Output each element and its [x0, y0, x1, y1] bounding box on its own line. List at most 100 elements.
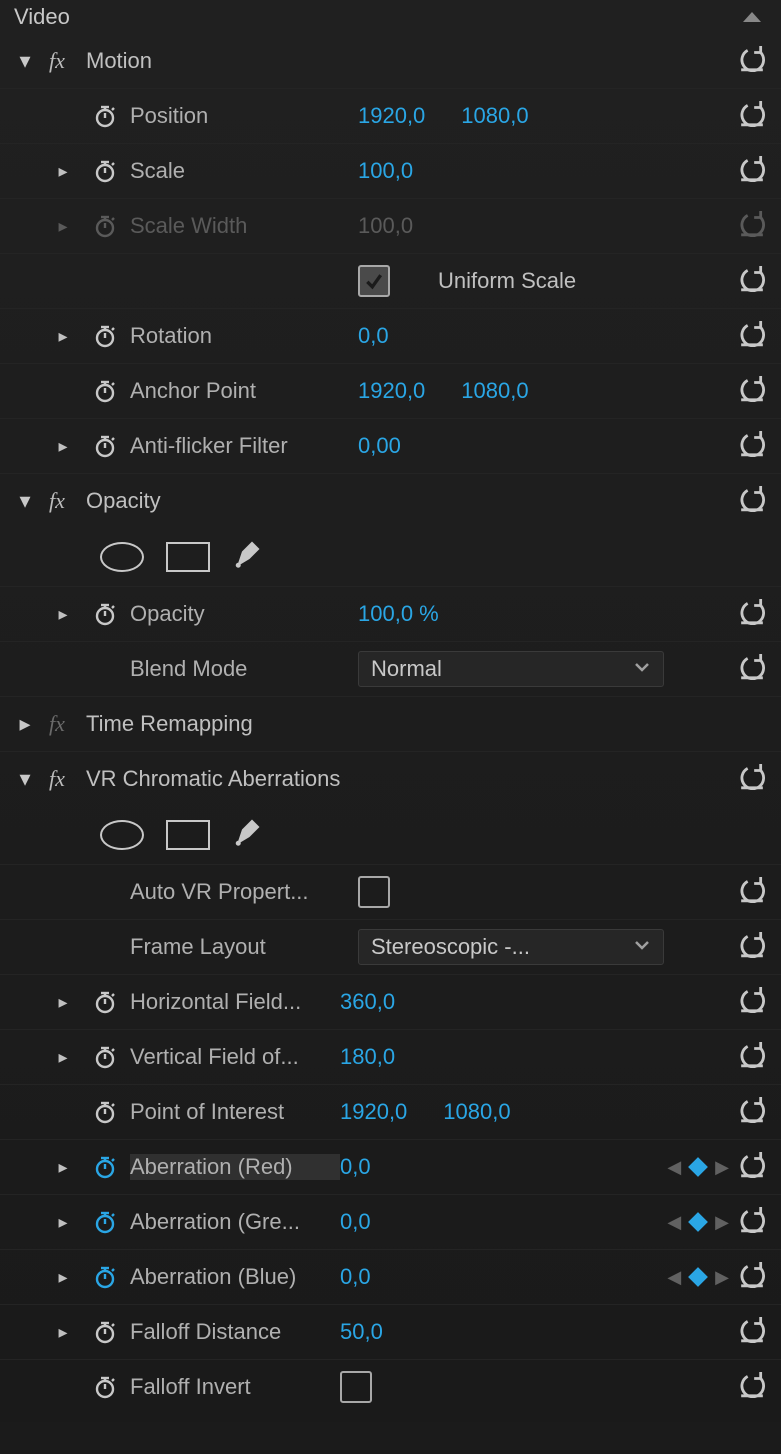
ellipse-mask-button[interactable] [100, 820, 144, 850]
stopwatch-icon[interactable] [86, 434, 124, 458]
reset-param-button[interactable] [735, 1370, 769, 1400]
next-keyframe-button[interactable]: ▶ [715, 1267, 729, 1288]
dropdown-value: Stereoscopic -... [371, 934, 530, 960]
panel-menu-icon[interactable] [743, 12, 761, 22]
add-keyframe-button[interactable] [688, 1267, 708, 1287]
reset-param-button[interactable] [735, 930, 769, 960]
dropdown-value: Normal [371, 656, 442, 682]
value[interactable]: 50,0 [340, 1319, 383, 1345]
ellipse-mask-button[interactable] [100, 542, 144, 572]
chevron-right-icon[interactable]: ▸ [58, 436, 67, 457]
fx-badge-icon[interactable]: fx [42, 488, 72, 514]
chevron-down-icon[interactable]: ▾ [14, 488, 36, 514]
fx-badge-icon[interactable]: fx [42, 711, 72, 737]
next-keyframe-button[interactable]: ▶ [715, 1157, 729, 1178]
reset-param-button[interactable] [735, 374, 769, 404]
stopwatch-icon[interactable] [86, 1320, 124, 1344]
stopwatch-icon[interactable] [86, 1155, 124, 1179]
property-falloff-distance: ▸ Falloff Distance 50,0 [0, 1304, 781, 1359]
reset-param-button[interactable] [735, 1205, 769, 1235]
prev-keyframe-button[interactable]: ◀ [667, 1267, 681, 1288]
chevron-down-icon[interactable]: ▾ [14, 766, 36, 792]
value-y[interactable]: 1080,0 [443, 1099, 510, 1125]
value[interactable]: 0,00 [358, 433, 401, 459]
value[interactable]: 0,0 [340, 1264, 371, 1290]
stopwatch-icon[interactable] [86, 602, 124, 626]
reset-param-button[interactable] [735, 652, 769, 682]
rectangle-mask-button[interactable] [166, 820, 210, 850]
fx-badge-icon[interactable]: fx [42, 766, 72, 792]
value[interactable]: 100,0 [358, 158, 413, 184]
chevron-down-icon[interactable]: ▾ [14, 48, 36, 74]
reset-param-button[interactable] [735, 875, 769, 905]
falloff-invert-checkbox[interactable] [340, 1371, 372, 1403]
effect-title[interactable]: Opacity [86, 488, 161, 514]
stopwatch-icon[interactable] [86, 324, 124, 348]
reset-param-button[interactable] [735, 154, 769, 184]
chevron-right-icon: ▸ [58, 216, 67, 237]
stopwatch-icon[interactable] [86, 1210, 124, 1234]
stopwatch-icon[interactable] [86, 159, 124, 183]
property-opacity: ▸ Opacity 100,0 % [0, 586, 781, 641]
chevron-right-icon[interactable]: ▸ [58, 604, 67, 625]
stopwatch-icon[interactable] [86, 1100, 124, 1124]
pen-mask-button[interactable] [232, 539, 262, 575]
reset-param-button[interactable] [735, 429, 769, 459]
effect-title[interactable]: Motion [86, 48, 152, 74]
reset-param-button[interactable] [735, 1315, 769, 1345]
value-x[interactable]: 1920,0 [340, 1099, 407, 1125]
prev-keyframe-button[interactable]: ◀ [667, 1212, 681, 1233]
reset-param-button[interactable] [735, 99, 769, 129]
stopwatch-icon[interactable] [86, 1265, 124, 1289]
chevron-right-icon[interactable]: ▸ [14, 711, 36, 737]
value[interactable]: 360,0 [340, 989, 395, 1015]
value[interactable]: 0,0 [340, 1209, 371, 1235]
chevron-right-icon[interactable]: ▸ [58, 161, 67, 182]
value[interactable]: 180,0 [340, 1044, 395, 1070]
value-x[interactable]: 1920,0 [358, 378, 425, 404]
stopwatch-icon[interactable] [86, 1045, 124, 1069]
chevron-right-icon[interactable]: ▸ [58, 992, 67, 1013]
chevron-right-icon[interactable]: ▸ [58, 1212, 67, 1233]
chevron-right-icon[interactable]: ▸ [58, 1047, 67, 1068]
reset-effect-button[interactable] [735, 762, 769, 792]
rectangle-mask-button[interactable] [166, 542, 210, 572]
value[interactable]: 100,0 % [358, 601, 439, 627]
chevron-right-icon[interactable]: ▸ [58, 1267, 67, 1288]
reset-param-button[interactable] [735, 1260, 769, 1290]
chevron-right-icon[interactable]: ▸ [58, 1322, 67, 1343]
reset-effect-button[interactable] [735, 44, 769, 74]
effect-title[interactable]: Time Remapping [86, 711, 253, 737]
chevron-right-icon[interactable]: ▸ [58, 1157, 67, 1178]
reset-param-button[interactable] [735, 319, 769, 349]
blend-mode-dropdown[interactable]: Normal [358, 651, 664, 687]
auto-vr-checkbox[interactable] [358, 876, 390, 908]
value-y[interactable]: 1080,0 [461, 378, 528, 404]
reset-effect-button[interactable] [735, 484, 769, 514]
reset-param-button[interactable] [735, 1095, 769, 1125]
uniform-scale-checkbox[interactable] [358, 265, 390, 297]
value-y[interactable]: 1080,0 [461, 103, 528, 129]
reset-param-button[interactable] [735, 1040, 769, 1070]
chevron-right-icon[interactable]: ▸ [58, 326, 67, 347]
reset-param-button[interactable] [735, 985, 769, 1015]
reset-param-button[interactable] [735, 264, 769, 294]
value[interactable]: 0,0 [340, 1154, 371, 1180]
stopwatch-icon[interactable] [86, 1375, 124, 1399]
reset-param-button[interactable] [735, 1150, 769, 1180]
next-keyframe-button[interactable]: ▶ [715, 1212, 729, 1233]
add-keyframe-button[interactable] [688, 1212, 708, 1232]
stopwatch-icon[interactable] [86, 379, 124, 403]
stopwatch-icon[interactable] [86, 990, 124, 1014]
stopwatch-icon[interactable] [86, 104, 124, 128]
reset-param-button[interactable] [735, 597, 769, 627]
property-scale: ▸ Scale 100,0 [0, 143, 781, 198]
value[interactable]: 0,0 [358, 323, 389, 349]
add-keyframe-button[interactable] [688, 1157, 708, 1177]
prev-keyframe-button[interactable]: ◀ [667, 1157, 681, 1178]
frame-layout-dropdown[interactable]: Stereoscopic -... [358, 929, 664, 965]
effect-title[interactable]: VR Chromatic Aberrations [86, 766, 340, 792]
pen-mask-button[interactable] [232, 817, 262, 853]
fx-badge-icon[interactable]: fx [42, 48, 72, 74]
value-x[interactable]: 1920,0 [358, 103, 425, 129]
